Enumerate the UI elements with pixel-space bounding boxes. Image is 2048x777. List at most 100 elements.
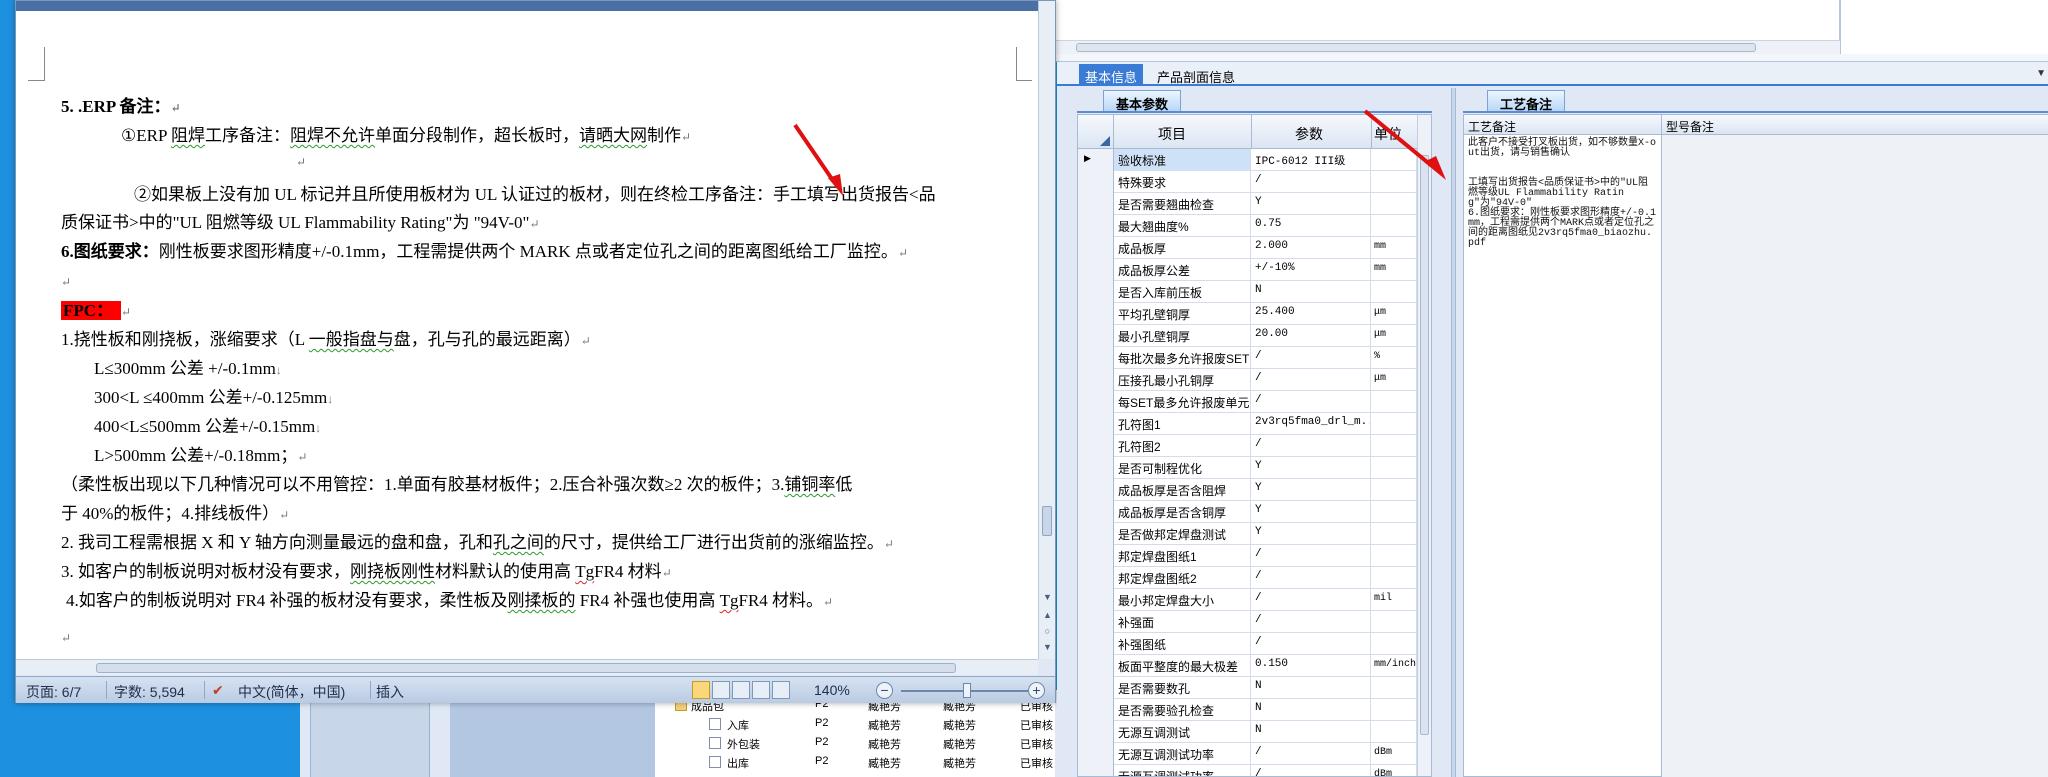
print-layout-icon[interactable] bbox=[692, 681, 710, 699]
table-row[interactable]: 最大翘曲度%0.75Y bbox=[1078, 215, 1431, 237]
tree-row[interactable]: 出库 P2 臧艳芳 臧艳芳 已审核 bbox=[655, 753, 1055, 771]
panel-splitter[interactable] bbox=[1451, 88, 1456, 777]
table-row[interactable]: 压接孔最小孔铜厚/μmY bbox=[1078, 369, 1431, 391]
cell-param[interactable]: / bbox=[1251, 611, 1371, 633]
col-header-process-remark[interactable]: 工艺备注 bbox=[1468, 118, 1516, 135]
cell-item[interactable]: 板面平整度的最大极差 bbox=[1114, 655, 1251, 677]
table-row[interactable]: 是否可制程优化YY bbox=[1078, 457, 1431, 479]
process-remark-text[interactable]: 此客户不接受打叉板出货，如不够数量X-out出货，请与销售确认 工填写出货报告<… bbox=[1468, 139, 1656, 249]
cell-unit[interactable] bbox=[1371, 171, 1417, 193]
browse-object-icon[interactable]: ○ bbox=[1042, 625, 1053, 637]
cell-unit[interactable] bbox=[1371, 567, 1417, 589]
cell-item[interactable]: 成品板厚是否含铜厚 bbox=[1114, 501, 1251, 523]
row-header[interactable] bbox=[1078, 457, 1114, 479]
grid-vscrollbar[interactable] bbox=[1417, 115, 1431, 776]
cell-item[interactable]: 每SET最多允许报废单元 bbox=[1114, 391, 1251, 413]
row-header[interactable] bbox=[1078, 171, 1114, 193]
web-layout-icon[interactable] bbox=[732, 681, 750, 699]
page-count[interactable]: 页面: 6/7 bbox=[26, 682, 81, 702]
table-row[interactable]: 成品板厚是否含铜厚YY bbox=[1078, 501, 1431, 523]
cell-item[interactable]: 平均孔壁铜厚 bbox=[1114, 303, 1251, 325]
table-row[interactable]: 成品板厚公差+/-10%mmY bbox=[1078, 259, 1431, 281]
cell-unit[interactable] bbox=[1371, 391, 1417, 413]
table-row[interactable]: 孔符图12v3rq5fma0_drl_m...Y bbox=[1078, 413, 1431, 435]
table-row[interactable]: 每批次最多允许报废SET/%Y bbox=[1078, 347, 1431, 369]
erp-top-hscroll-thumb[interactable] bbox=[1076, 43, 1756, 52]
table-row[interactable]: 成品板厚是否含阻焊YY bbox=[1078, 479, 1431, 501]
table-row[interactable]: 最小孔壁铜厚20.00μmY bbox=[1078, 325, 1431, 347]
row-header[interactable] bbox=[1078, 743, 1114, 765]
row-header[interactable] bbox=[1078, 721, 1114, 743]
table-row[interactable]: 板面平整度的最大极差0.150mm/inchY bbox=[1078, 655, 1431, 677]
cell-param[interactable]: N bbox=[1251, 699, 1371, 721]
table-row[interactable]: 无源互调测试NY bbox=[1078, 721, 1431, 743]
cell-param[interactable]: / bbox=[1251, 743, 1371, 765]
row-header[interactable] bbox=[1078, 567, 1114, 589]
table-row[interactable]: 平均孔壁铜厚25.400μmY bbox=[1078, 303, 1431, 325]
col-header-unit[interactable]: 单位 bbox=[1374, 124, 1402, 144]
cell-param[interactable]: / bbox=[1251, 765, 1371, 776]
row-header[interactable] bbox=[1078, 435, 1114, 457]
cell-param[interactable]: Y bbox=[1251, 479, 1371, 501]
row-header[interactable] bbox=[1078, 369, 1114, 391]
select-all-corner[interactable] bbox=[1078, 115, 1114, 149]
row-header[interactable] bbox=[1078, 523, 1114, 545]
cell-param[interactable]: 0.75 bbox=[1251, 215, 1371, 237]
cell-unit[interactable] bbox=[1371, 501, 1417, 523]
row-header[interactable] bbox=[1078, 281, 1114, 303]
row-header[interactable] bbox=[1078, 611, 1114, 633]
cell-item[interactable]: 补强图纸 bbox=[1114, 633, 1251, 655]
cell-param[interactable]: 20.00 bbox=[1251, 325, 1371, 347]
outline-view-icon[interactable] bbox=[752, 681, 770, 699]
col-header-param[interactable]: 参数 bbox=[1295, 124, 1323, 144]
cell-unit[interactable] bbox=[1371, 149, 1417, 171]
table-row[interactable]: 无源互调测试功率/dBmY bbox=[1078, 743, 1431, 765]
cell-unit[interactable]: mm bbox=[1371, 259, 1417, 281]
cell-param[interactable]: / bbox=[1251, 567, 1371, 589]
cell-item[interactable]: 邦定焊盘图纸1 bbox=[1114, 545, 1251, 567]
table-row[interactable]: 每SET最多允许报废单元/Y bbox=[1078, 391, 1431, 413]
cell-unit[interactable] bbox=[1371, 611, 1417, 633]
tree-row[interactable]: 外包装 P2 臧艳芳 臧艳芳 已审核 bbox=[655, 734, 1055, 752]
cell-param[interactable]: Y bbox=[1251, 457, 1371, 479]
cell-unit[interactable] bbox=[1371, 545, 1417, 567]
cell-param[interactable]: / bbox=[1251, 589, 1371, 611]
cell-unit[interactable] bbox=[1371, 699, 1417, 721]
row-header[interactable] bbox=[1078, 589, 1114, 611]
cell-item[interactable]: 压接孔最小孔铜厚 bbox=[1114, 369, 1251, 391]
row-header[interactable] bbox=[1078, 413, 1114, 435]
cell-unit[interactable]: μm bbox=[1371, 325, 1417, 347]
cell-unit[interactable]: dBm bbox=[1371, 743, 1417, 765]
vscroll-thumb[interactable] bbox=[1042, 506, 1052, 536]
table-row[interactable]: 是否需要翘曲检查YY bbox=[1078, 193, 1431, 215]
cell-unit[interactable] bbox=[1371, 479, 1417, 501]
row-header[interactable] bbox=[1078, 325, 1114, 347]
row-header[interactable] bbox=[1078, 765, 1114, 776]
row-header[interactable] bbox=[1078, 479, 1114, 501]
tab-basic-params[interactable]: 基本参数 bbox=[1103, 90, 1182, 112]
cell-param[interactable]: / bbox=[1251, 391, 1371, 413]
cell-param[interactable]: N bbox=[1251, 677, 1371, 699]
cell-param[interactable]: Y bbox=[1251, 501, 1371, 523]
grid-vscroll-thumb[interactable] bbox=[1420, 155, 1429, 735]
cell-item[interactable]: 是否需要翘曲检查 bbox=[1114, 193, 1251, 215]
insert-mode[interactable]: 插入 bbox=[376, 682, 404, 702]
cell-item[interactable]: 无源互调测试 bbox=[1114, 721, 1251, 743]
cell-unit[interactable] bbox=[1371, 215, 1417, 237]
table-row[interactable]: 是否需要验孔检查NY bbox=[1078, 699, 1431, 721]
cell-unit[interactable] bbox=[1371, 281, 1417, 303]
tab-basic-info[interactable]: 基本信息 bbox=[1079, 64, 1144, 86]
scroll-down-icon[interactable]: ▼ bbox=[1042, 591, 1053, 603]
col-header-model-remark[interactable]: 型号备注 bbox=[1666, 118, 1714, 135]
proofing-icon[interactable]: ✔ bbox=[212, 682, 224, 699]
table-row[interactable]: 成品板厚2.000mmY bbox=[1078, 237, 1431, 259]
cell-item[interactable]: 成品板厚 bbox=[1114, 237, 1251, 259]
cell-item[interactable]: 成品板厚公差 bbox=[1114, 259, 1251, 281]
cell-item[interactable]: 最大翘曲度% bbox=[1114, 215, 1251, 237]
table-row[interactable]: 最小邦定焊盘大小/milY bbox=[1078, 589, 1431, 611]
zoom-out-icon[interactable]: − bbox=[876, 682, 893, 699]
cell-unit[interactable] bbox=[1371, 523, 1417, 545]
table-row[interactable]: 是否需要数孔NY bbox=[1078, 677, 1431, 699]
row-header[interactable] bbox=[1078, 259, 1114, 281]
cell-unit[interactable]: % bbox=[1371, 347, 1417, 369]
